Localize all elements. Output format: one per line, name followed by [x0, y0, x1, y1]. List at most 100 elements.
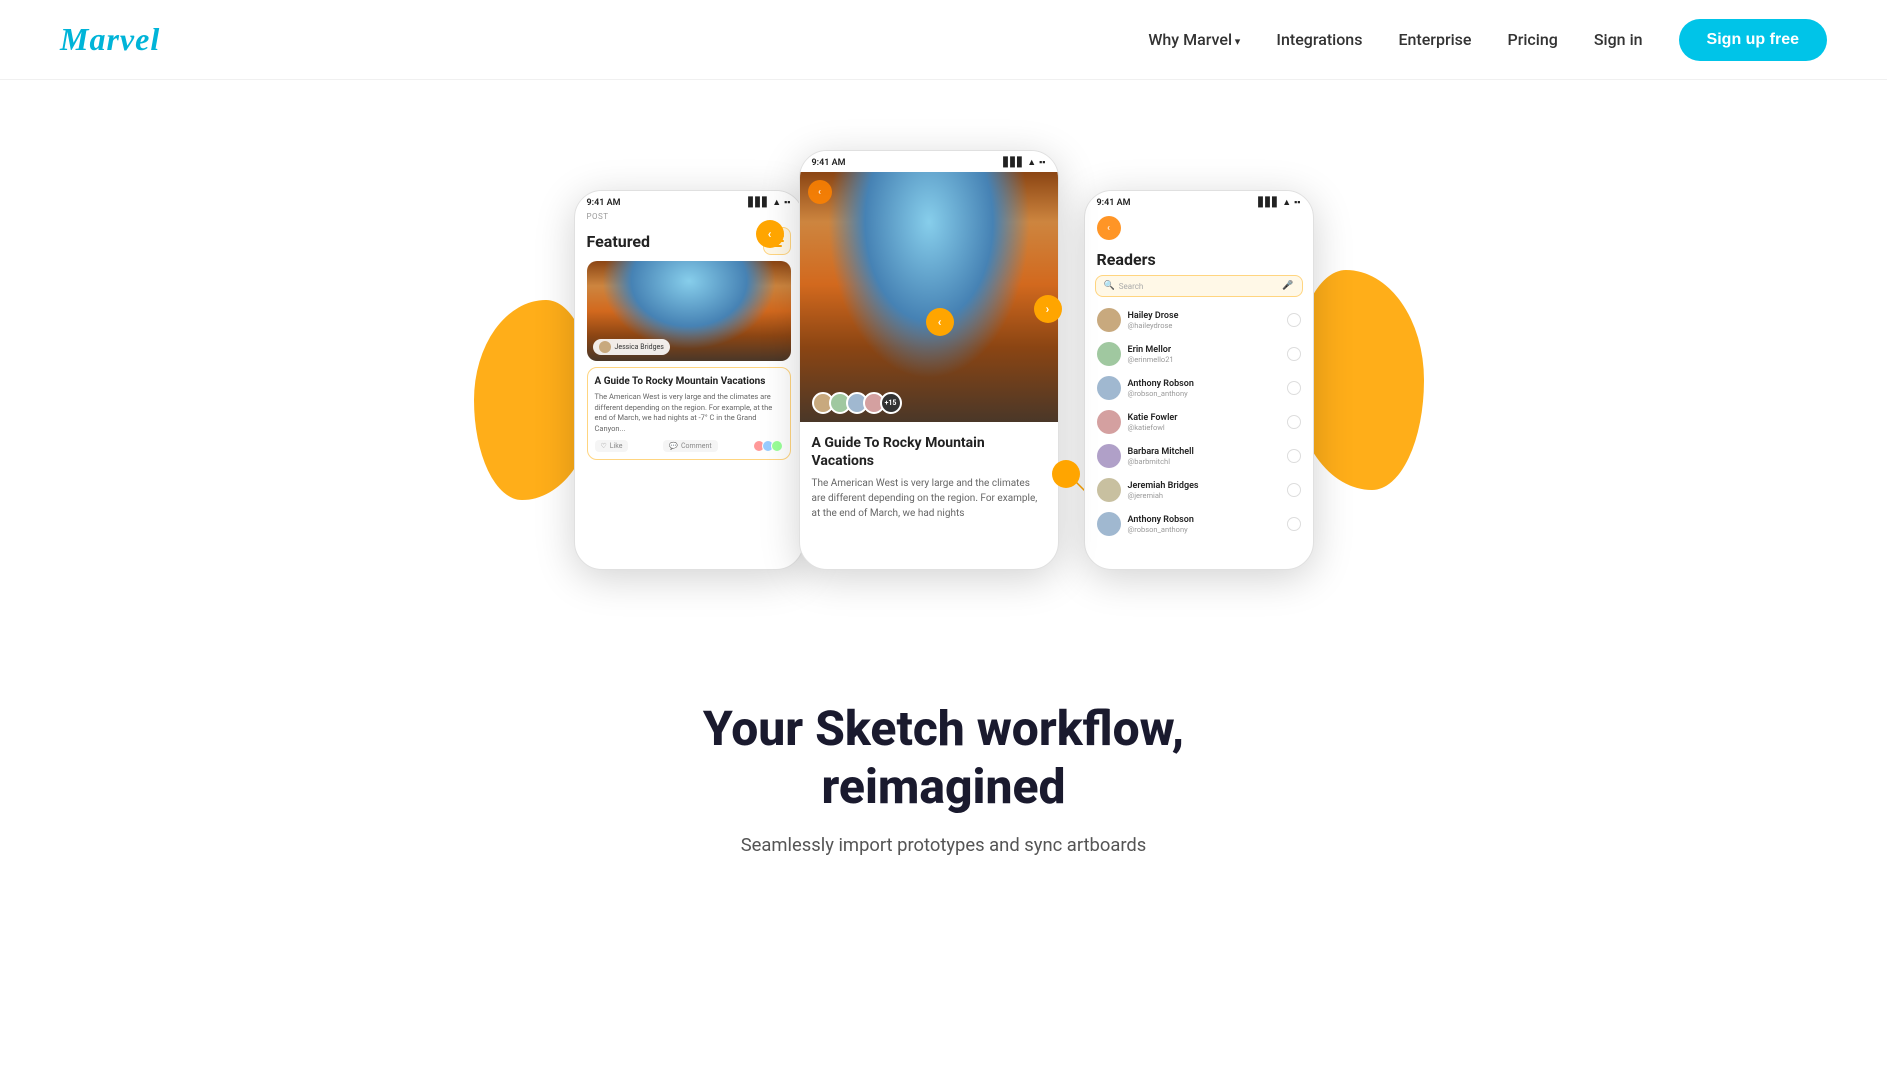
- reader-info: Jeremiah Bridges @jeremiah: [1128, 481, 1280, 500]
- reader-item: Anthony Robson @robson_anthony: [1085, 371, 1313, 405]
- nav-why-marvel[interactable]: Why Marvel: [1148, 30, 1240, 49]
- reader-name: Hailey Drose: [1128, 311, 1280, 321]
- reader-handle: @katiefowl: [1128, 423, 1280, 432]
- right-phone-header: ‹: [1085, 212, 1313, 246]
- reader-item: Katie Fowler @katiefowl: [1085, 405, 1313, 439]
- left-time: 9:41 AM: [587, 198, 621, 208]
- reader-info: Erin Mellor @erinmello21: [1128, 345, 1280, 364]
- nav-dot-right[interactable]: ›: [1034, 295, 1062, 323]
- reader-handle: @barbmitchl: [1128, 457, 1280, 466]
- reader-info: Anthony Robson @robson_anthony: [1128, 515, 1280, 534]
- reader-checkbox[interactable]: [1287, 347, 1301, 361]
- right-status-icons: ▋▋▋ ▲ ▪▪: [1258, 197, 1300, 208]
- article-body: The American West is very large and the …: [595, 392, 783, 434]
- reader-checkbox[interactable]: [1287, 313, 1301, 327]
- signup-button[interactable]: Sign up free: [1679, 19, 1827, 61]
- avatar-row: +15: [812, 392, 902, 414]
- reader-info: Katie Fowler @katiefowl: [1128, 413, 1280, 432]
- logo[interactable]: Marvel: [60, 21, 160, 58]
- reader-handle: @jeremiah: [1128, 491, 1280, 500]
- center-time: 9:41 AM: [812, 158, 846, 168]
- hero-subtitle: Seamlessly import prototypes and sync ar…: [644, 835, 1244, 856]
- like-label: Like: [610, 442, 623, 450]
- reader-info: Anthony Robson @robson_anthony: [1128, 379, 1280, 398]
- reader-item: Jeremiah Bridges @jeremiah: [1085, 473, 1313, 507]
- featured-title: Featured: [587, 232, 651, 251]
- reader-name: Katie Fowler: [1128, 413, 1280, 423]
- av-more: +15: [880, 392, 902, 414]
- reader-name: Barbara Mitchell: [1128, 447, 1280, 457]
- author-avatar: [599, 341, 611, 353]
- navbar: Marvel Why Marvel Integrations Enterpris…: [0, 0, 1887, 80]
- nav-integrations[interactable]: Integrations: [1276, 30, 1362, 49]
- article-card: A Guide To Rocky Mountain Vacations The …: [587, 367, 791, 460]
- nav-dot-top[interactable]: ‹: [756, 220, 784, 248]
- nav-pricing[interactable]: Pricing: [1507, 30, 1557, 49]
- hero-text-section: Your Sketch workflow, reimagined Seamles…: [574, 620, 1314, 896]
- reader-avatar: [1097, 512, 1121, 536]
- reader-avatar: [1097, 376, 1121, 400]
- author-name: Jessica Bridges: [615, 343, 664, 351]
- article-actions: ♡ Like 💬 Comment: [595, 440, 783, 452]
- search-placeholder: Search: [1119, 282, 1144, 291]
- nav-dot-point: [1052, 460, 1080, 488]
- reader-handle: @haileydrose: [1128, 321, 1280, 330]
- reader-avatar: [1097, 444, 1121, 468]
- reader-name: Erin Mellor: [1128, 345, 1280, 355]
- reader-handle: @erinmello21: [1128, 355, 1280, 364]
- reader-avatar: [1097, 410, 1121, 434]
- reader-avatar: [1097, 342, 1121, 366]
- reader-name: Jeremiah Bridges: [1128, 481, 1280, 491]
- phone-right: 9:41 AM ▋▋▋ ▲ ▪▪ ‹ Readers 🔍 Search 🎤 Ha…: [1084, 190, 1314, 570]
- reader-checkbox[interactable]: [1287, 449, 1301, 463]
- reader-item: Barbara Mitchell @barbmitchl: [1085, 439, 1313, 473]
- nav-dot-left[interactable]: ‹: [926, 308, 954, 336]
- readers-title: Readers: [1085, 246, 1313, 275]
- hero-section: ‹ ‹ 9:41 AM ▋▋▋ ▲ ▪▪ POST: [0, 80, 1887, 896]
- avatar-3: [771, 440, 783, 452]
- author-tag: Jessica Bridges: [593, 339, 670, 355]
- article-title: A Guide To Rocky Mountain Vacations: [595, 375, 783, 388]
- phone-center: 9:41 AM ▋▋▋ ▲ ▪▪ ‹ +15 A Guide To Ro: [799, 150, 1059, 570]
- reader-checkbox[interactable]: [1287, 381, 1301, 395]
- center-back-button[interactable]: ‹: [808, 180, 832, 204]
- left-status-bar: 9:41 AM ▋▋▋ ▲ ▪▪: [575, 191, 803, 212]
- like-button[interactable]: ♡ Like: [595, 440, 629, 452]
- comment-button[interactable]: 💬 Comment: [663, 440, 717, 452]
- reader-handle: @robson_anthony: [1128, 525, 1280, 534]
- center-image: ‹ +15: [800, 172, 1058, 422]
- right-time: 9:41 AM: [1097, 198, 1131, 208]
- reader-item: Anthony Robson @robson_anthony: [1085, 507, 1313, 541]
- reader-item: Hailey Drose @haileydrose: [1085, 303, 1313, 337]
- reader-checkbox[interactable]: [1287, 517, 1301, 531]
- center-article-body: The American West is very large and the …: [812, 476, 1046, 521]
- reader-name: Anthony Robson: [1128, 379, 1280, 389]
- right-status-bar: 9:41 AM ▋▋▋ ▲ ▪▪: [1085, 191, 1313, 212]
- search-bar[interactable]: 🔍 Search 🎤: [1095, 275, 1303, 297]
- reader-checkbox[interactable]: [1287, 483, 1301, 497]
- reader-item: Erin Mellor @erinmello21: [1085, 337, 1313, 371]
- reader-avatar: [1097, 478, 1121, 502]
- center-article: A Guide To Rocky Mountain Vacations The …: [800, 422, 1058, 533]
- readers-list: Hailey Drose @haileydrose Erin Mellor @e…: [1085, 303, 1313, 541]
- hero-title: Your Sketch workflow, reimagined: [594, 700, 1294, 815]
- right-back-button[interactable]: ‹: [1097, 216, 1121, 240]
- reader-avatar: [1097, 308, 1121, 332]
- nav-links: Why Marvel Integrations Enterprise Prici…: [1148, 19, 1827, 61]
- reader-handle: @robson_anthony: [1128, 389, 1280, 398]
- center-article-title: A Guide To Rocky Mountain Vacations: [812, 434, 1046, 470]
- left-status-icons: ▋▋▋ ▲ ▪▪: [748, 197, 790, 208]
- center-status-icons: ▋▋▋ ▲ ▪▪: [1003, 157, 1045, 168]
- comment-label: Comment: [681, 442, 712, 450]
- mic-icon: 🎤: [1282, 281, 1293, 291]
- nav-signin[interactable]: Sign in: [1594, 30, 1643, 49]
- center-status-bar: 9:41 AM ▋▋▋ ▲ ▪▪: [800, 151, 1058, 172]
- nav-enterprise[interactable]: Enterprise: [1398, 30, 1471, 49]
- reader-name: Anthony Robson: [1128, 515, 1280, 525]
- featured-image: Jessica Bridges: [587, 261, 791, 361]
- reader-checkbox[interactable]: [1287, 415, 1301, 429]
- action-avatars: [753, 440, 783, 452]
- search-icon: 🔍: [1104, 281, 1115, 291]
- reader-info: Hailey Drose @haileydrose: [1128, 311, 1280, 330]
- mockups-wrapper: ‹ ‹ 9:41 AM ▋▋▋ ▲ ▪▪ POST: [494, 120, 1394, 620]
